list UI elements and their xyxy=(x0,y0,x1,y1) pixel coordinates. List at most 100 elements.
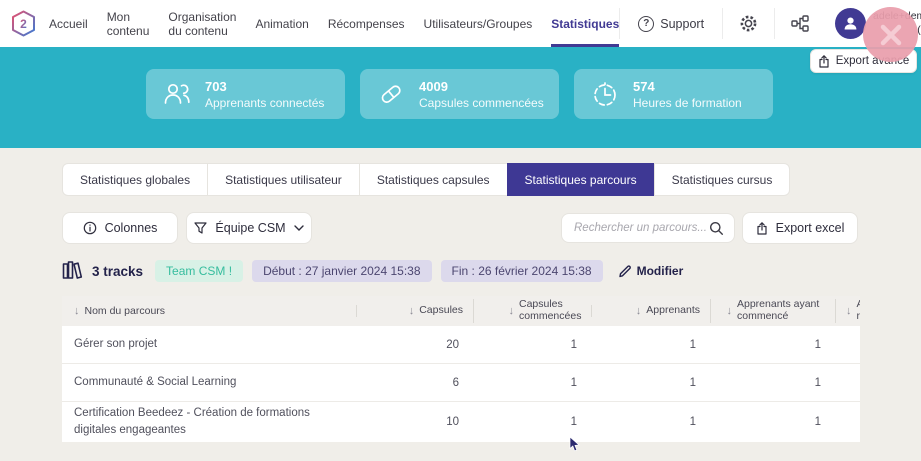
stat-label: Heures de formation xyxy=(633,96,742,110)
team-filter-dropdown[interactable]: Équipe CSM xyxy=(186,212,312,244)
tab-statistiques-capsules[interactable]: Statistiques capsules xyxy=(359,163,508,196)
edit-button[interactable]: Modifier xyxy=(618,264,684,278)
column-label: Capsules xyxy=(419,305,463,317)
end-date-badge: Fin : 26 février 2024 15:38 xyxy=(441,260,603,282)
columns-label: Colonnes xyxy=(105,221,158,235)
stat-value: 703 xyxy=(205,78,324,96)
main-menu: Accueil Mon contenu Organisation du cont… xyxy=(49,0,619,47)
table-row[interactable]: Certification Beedeez - Création de form… xyxy=(62,402,860,442)
capsules-value: 10 xyxy=(356,416,473,428)
nav-item-accueil[interactable]: Accueil xyxy=(49,0,88,47)
svg-text:2: 2 xyxy=(20,17,27,31)
learners-started-value: 1 xyxy=(710,339,835,351)
gear-icon xyxy=(739,14,758,33)
capsule-icon xyxy=(376,79,406,109)
capsules-started-value: 1 xyxy=(473,339,591,351)
capsules-started-value: 1 xyxy=(473,416,591,428)
clock-icon xyxy=(590,79,620,109)
nav-item-mon-contenu[interactable]: Mon contenu xyxy=(107,0,150,47)
stat-value: 4009 xyxy=(419,78,544,96)
learners-started-value: 1 xyxy=(710,377,835,389)
start-date-badge: Début : 27 janvier 2024 15:38 xyxy=(252,260,431,282)
stat-card-learners-connected: 703 Apprenants connectés xyxy=(146,69,345,119)
table-row[interactable]: Communauté & Social Learning 6 1 1 1 xyxy=(62,364,860,402)
columns-button[interactable]: Colonnes xyxy=(62,212,178,244)
export-icon xyxy=(818,55,830,68)
capsules-value: 20 xyxy=(356,339,473,351)
avatar xyxy=(835,8,866,39)
nav-item-organisation[interactable]: Organisation du contenu xyxy=(168,0,236,47)
beedeez-logo[interactable]: 2 xyxy=(0,0,49,47)
user-icon xyxy=(842,15,859,32)
close-button[interactable] xyxy=(863,7,918,62)
tracks-table: ↓ Nom du parcours ↓ Capsules ↓ Capsules … xyxy=(62,296,860,442)
learners-value: 1 xyxy=(591,377,710,389)
top-navbar: 2 Accueil Mon contenu Organisation du co… xyxy=(0,0,921,47)
tab-statistiques-globales[interactable]: Statistiques globales xyxy=(62,163,208,196)
close-icon xyxy=(879,23,903,47)
column-header-capsules-commencees[interactable]: ↓ Capsules commencées xyxy=(473,299,591,322)
column-header-apprenants-reussi[interactable]: ↓ Apprenants ayant réussi xyxy=(835,299,860,322)
column-header-apprenants[interactable]: ↓ Apprenants xyxy=(591,305,710,317)
org-chart-icon xyxy=(791,15,809,32)
learners-value: 1 xyxy=(591,416,710,428)
sort-icon: ↓ xyxy=(846,305,852,317)
stat-cards: 703 Apprenants connectés 4009 Capsules c… xyxy=(146,69,773,119)
column-header-capsules[interactable]: ↓ Capsules xyxy=(356,305,473,317)
tab-statistiques-utilisateur[interactable]: Statistiques utilisateur xyxy=(207,163,360,196)
edit-label: Modifier xyxy=(637,264,684,278)
column-header-apprenants-commence[interactable]: ↓ Apprenants ayant commencé xyxy=(710,299,835,322)
stat-label: Apprenants connectés xyxy=(205,96,324,110)
column-header-name[interactable]: ↓ Nom du parcours xyxy=(62,305,356,317)
search-icon[interactable] xyxy=(709,221,724,236)
library-icon xyxy=(62,261,83,281)
pencil-icon xyxy=(618,264,632,278)
team-badge[interactable]: Team CSM ! xyxy=(155,260,243,282)
team-filter-label: Équipe CSM xyxy=(215,221,285,235)
track-name: Certification Beedeez - Création de form… xyxy=(62,399,356,442)
column-label: Capsules commencées xyxy=(519,299,581,322)
search-box xyxy=(561,213,735,243)
users-icon xyxy=(162,79,192,109)
column-label: Nom du parcours xyxy=(85,305,166,317)
capsules-started-value: 1 xyxy=(473,377,591,389)
column-label: Apprenants ayant réussi xyxy=(857,299,861,322)
table-row[interactable]: Gérer son projet 20 1 1 1 xyxy=(62,326,860,364)
org-chart-button[interactable] xyxy=(775,0,825,47)
track-name: Communauté & Social Learning xyxy=(62,368,356,397)
track-name: Gérer son projet xyxy=(62,330,356,359)
support-button[interactable]: ? Support xyxy=(620,0,722,47)
sort-icon: ↓ xyxy=(509,305,515,317)
nav-item-animation[interactable]: Animation xyxy=(255,0,308,47)
column-label: Apprenants ayant commencé xyxy=(737,299,825,322)
support-label: Support xyxy=(660,17,704,31)
stat-card-training-hours: 574 Heures de formation xyxy=(574,69,773,119)
table-header: ↓ Nom du parcours ↓ Capsules ↓ Capsules … xyxy=(62,296,860,326)
info-icon xyxy=(83,221,97,235)
export-icon xyxy=(756,222,768,235)
sort-icon: ↓ xyxy=(727,305,733,317)
chevron-down-icon xyxy=(294,225,304,231)
nav-item-utilisateurs-groupes[interactable]: Utilisateurs/Groupes xyxy=(424,0,533,47)
nav-item-statistiques[interactable]: Statistiques xyxy=(551,0,619,47)
stat-label: Capsules commencées xyxy=(419,96,544,110)
column-label: Apprenants xyxy=(646,305,700,317)
mouse-cursor xyxy=(569,437,580,457)
sort-icon: ↓ xyxy=(409,305,415,317)
search-input[interactable] xyxy=(574,222,709,234)
nav-item-recompenses[interactable]: Récompenses xyxy=(328,0,405,47)
sort-icon: ↓ xyxy=(636,305,642,317)
stats-banner: 703 Apprenants connectés 4009 Capsules c… xyxy=(0,47,921,148)
sort-icon: ↓ xyxy=(74,305,80,317)
tab-statistiques-parcours[interactable]: Statistiques parcours xyxy=(507,163,655,196)
learners-started-value: 1 xyxy=(710,416,835,428)
settings-button[interactable] xyxy=(723,0,774,47)
capsules-value: 6 xyxy=(356,377,473,389)
tracks-count: 3 tracks xyxy=(92,264,143,279)
filter-icon xyxy=(194,222,207,234)
stat-card-capsules-started: 4009 Capsules commencées xyxy=(360,69,559,119)
help-icon: ? xyxy=(638,16,654,32)
tab-statistiques-cursus[interactable]: Statistiques cursus xyxy=(654,163,791,196)
export-excel-button[interactable]: Export excel xyxy=(742,212,858,244)
stat-value: 574 xyxy=(633,78,742,96)
